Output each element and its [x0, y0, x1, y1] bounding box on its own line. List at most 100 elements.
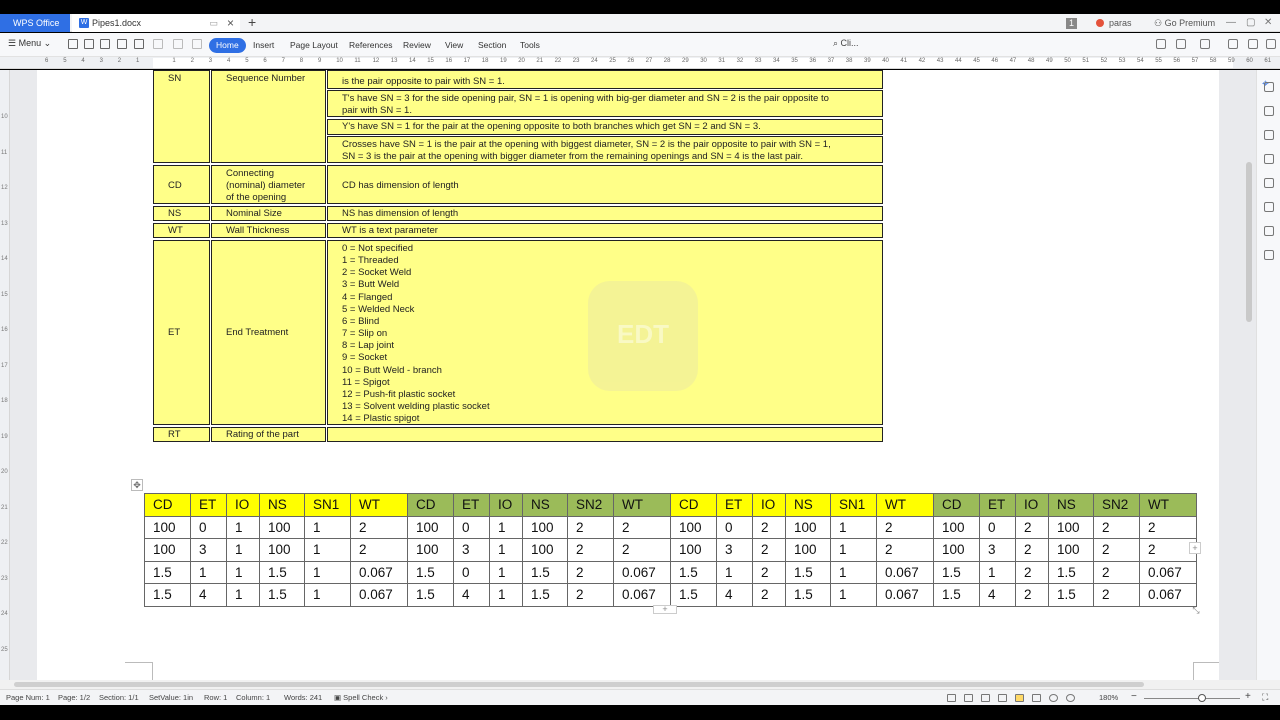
- table-cell[interactable]: 100: [407, 515, 454, 539]
- table-cell[interactable]: 2: [752, 538, 786, 562]
- export-icon[interactable]: [100, 39, 110, 49]
- tab-tools[interactable]: Tools: [513, 38, 547, 53]
- table-cell[interactable]: 2: [752, 583, 786, 607]
- table-cell[interactable]: 2: [752, 560, 786, 584]
- def-cell-wt-name[interactable]: Wall Thickness: [211, 223, 326, 238]
- def-cell-wt-code[interactable]: WT: [153, 223, 210, 238]
- table-header-cell[interactable]: IO: [226, 493, 260, 517]
- vertical-scrollbar[interactable]: [1244, 70, 1254, 680]
- table-cell[interactable]: 2: [1093, 560, 1140, 584]
- table-cell[interactable]: 2: [613, 538, 671, 562]
- table-cell[interactable]: 2: [567, 538, 614, 562]
- table-cell[interactable]: 100: [407, 538, 454, 562]
- table-cell[interactable]: 1: [226, 583, 260, 607]
- table-header-cell[interactable]: SN2: [567, 493, 614, 517]
- zoom-in-icon[interactable]: +: [1245, 691, 1251, 702]
- table-cell[interactable]: 0.067: [876, 560, 934, 584]
- table-cell[interactable]: 2: [567, 560, 614, 584]
- adjust-icon[interactable]: [1264, 202, 1274, 212]
- zoom-slider-handle[interactable]: [1198, 694, 1206, 702]
- save-icon[interactable]: [84, 39, 94, 49]
- table-cell[interactable]: 0: [453, 560, 490, 584]
- table-cell[interactable]: 100: [259, 515, 305, 539]
- lock-panel-icon[interactable]: [1264, 130, 1274, 140]
- table-cell[interactable]: 2: [1093, 583, 1140, 607]
- table-cell[interactable]: 100: [522, 515, 568, 539]
- table-header-cell[interactable]: ET: [453, 493, 490, 517]
- table-cell[interactable]: 100: [1048, 538, 1094, 562]
- pin-icon[interactable]: ▭: [209, 14, 218, 32]
- spell-check-button[interactable]: ▣ Spell Check ›: [334, 693, 388, 702]
- table-cell[interactable]: 1: [830, 560, 877, 584]
- table-cell[interactable]: 2: [1015, 560, 1049, 584]
- more-tools-icon[interactable]: [192, 39, 202, 49]
- table-header-cell[interactable]: NS: [785, 493, 831, 517]
- table-cell[interactable]: 1: [489, 515, 523, 539]
- share-icon[interactable]: [1176, 39, 1186, 49]
- table-header-cell[interactable]: CD: [933, 493, 980, 517]
- tab-review[interactable]: Review: [396, 38, 438, 53]
- status-row[interactable]: Row: 1: [204, 693, 227, 702]
- table-cell[interactable]: 1: [830, 583, 877, 607]
- def-cell-wt-desc[interactable]: WT is a text parameter: [327, 223, 883, 238]
- table-cell[interactable]: 1: [226, 560, 260, 584]
- table-cell[interactable]: 1: [830, 538, 877, 562]
- table-cell[interactable]: 1.5: [670, 583, 717, 607]
- status-column[interactable]: Column: 1: [236, 693, 270, 702]
- def-cell-ns-code[interactable]: NS: [153, 206, 210, 221]
- table-cell[interactable]: 100: [933, 538, 980, 562]
- table-cell[interactable]: 1.5: [522, 583, 568, 607]
- status-icon-b[interactable]: [964, 694, 973, 702]
- open-file-icon[interactable]: [68, 39, 78, 49]
- table-cell[interactable]: 1.5: [259, 560, 305, 584]
- table-header-cell[interactable]: ET: [190, 493, 227, 517]
- table-cell[interactable]: 4: [453, 583, 490, 607]
- page-view-icon[interactable]: [1015, 694, 1024, 702]
- fullscreen-icon[interactable]: [981, 694, 990, 702]
- table-header-cell[interactable]: IO: [1015, 493, 1049, 517]
- table-cell[interactable]: 3: [453, 538, 490, 562]
- table-cell[interactable]: 0.067: [350, 583, 408, 607]
- search-input[interactable]: ⌕ Cli...: [833, 38, 859, 49]
- close-window-icon[interactable]: ✕: [1264, 14, 1272, 32]
- table-cell[interactable]: 1.5: [259, 583, 305, 607]
- document-tab[interactable]: W Pipes1.docx ▭ ×: [72, 14, 240, 32]
- table-cell[interactable]: 1: [489, 583, 523, 607]
- table-header-cell[interactable]: ET: [716, 493, 753, 517]
- paragraph-icon[interactable]: [1264, 178, 1274, 188]
- table-cell[interactable]: 0: [716, 515, 753, 539]
- table-cell[interactable]: 2: [1093, 538, 1140, 562]
- table-cell[interactable]: 2: [1093, 515, 1140, 539]
- table-header-cell[interactable]: IO: [489, 493, 523, 517]
- table-header-cell[interactable]: CD: [670, 493, 717, 517]
- def-cell-et-name[interactable]: End Treatment: [211, 240, 326, 425]
- table-cell[interactable]: 100: [1048, 515, 1094, 539]
- table-cell[interactable]: 2: [350, 515, 408, 539]
- table-cell[interactable]: 100: [259, 538, 305, 562]
- tab-home[interactable]: Home: [209, 38, 246, 53]
- table-cell[interactable]: 1: [489, 538, 523, 562]
- def-cell-et-code[interactable]: ET: [153, 240, 210, 425]
- table-cell[interactable]: 1.5: [407, 583, 454, 607]
- table-cell[interactable]: 2: [876, 538, 934, 562]
- table-header-cell[interactable]: NS: [259, 493, 305, 517]
- more-icon[interactable]: [1248, 39, 1258, 49]
- table-move-handle-icon[interactable]: ✥: [131, 479, 143, 491]
- zoom-slider[interactable]: [1144, 698, 1240, 699]
- status-icon-a[interactable]: [947, 694, 956, 702]
- new-tab-button[interactable]: +: [248, 14, 256, 31]
- table-cell[interactable]: 1.5: [785, 560, 831, 584]
- table-cell[interactable]: 1: [190, 560, 227, 584]
- table-cell[interactable]: 100: [144, 515, 191, 539]
- print-preview-icon[interactable]: [134, 39, 144, 49]
- table-cell[interactable]: 1: [304, 538, 351, 562]
- table-header-cell[interactable]: SN1: [830, 493, 877, 517]
- def-cell-ns-desc[interactable]: NS has dimension of length: [327, 206, 883, 221]
- go-premium-button[interactable]: ⚇ Go Premium: [1154, 14, 1215, 32]
- eye-protection-icon[interactable]: [1066, 694, 1075, 702]
- table-cell[interactable]: 4: [979, 583, 1016, 607]
- minimize-icon[interactable]: —: [1226, 14, 1236, 32]
- table-cell[interactable]: 2: [613, 515, 671, 539]
- tab-references[interactable]: References: [342, 38, 399, 53]
- table-cell[interactable]: 0.067: [876, 583, 934, 607]
